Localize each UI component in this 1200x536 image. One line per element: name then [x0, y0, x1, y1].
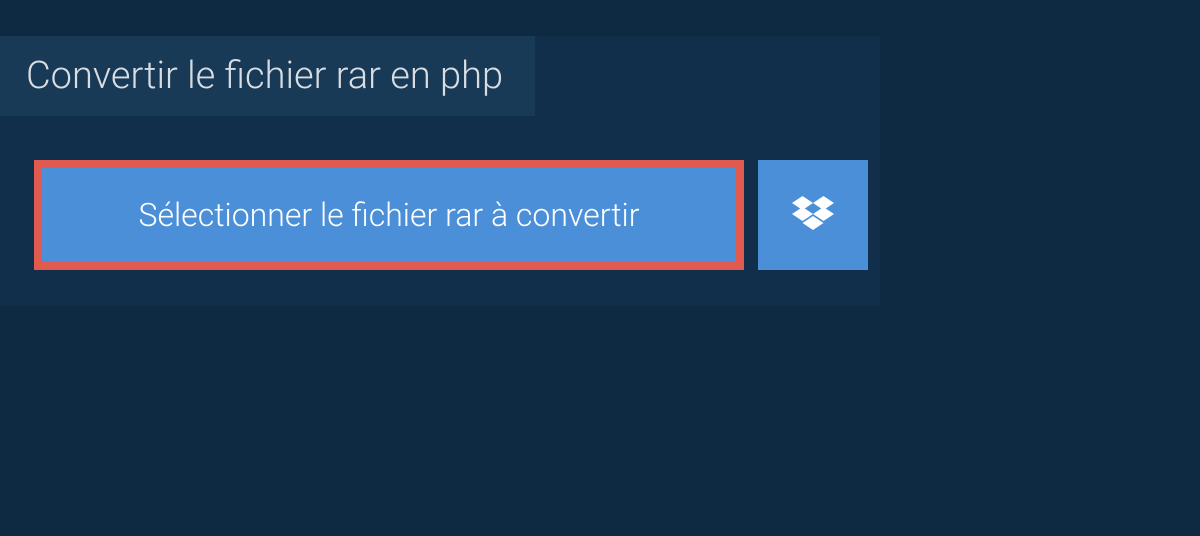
converter-panel: Convertir le fichier rar en php Sélectio…	[0, 36, 880, 306]
select-file-button[interactable]: Sélectionner le fichier rar à convertir	[34, 160, 744, 270]
button-row: Sélectionner le fichier rar à convertir	[34, 160, 880, 270]
tab-header: Convertir le fichier rar en php	[0, 36, 535, 116]
dropbox-button[interactable]	[758, 160, 868, 270]
dropbox-icon	[792, 196, 834, 234]
select-file-label: Sélectionner le fichier rar à convertir	[138, 196, 639, 234]
page-title: Convertir le fichier rar en php	[26, 54, 503, 98]
